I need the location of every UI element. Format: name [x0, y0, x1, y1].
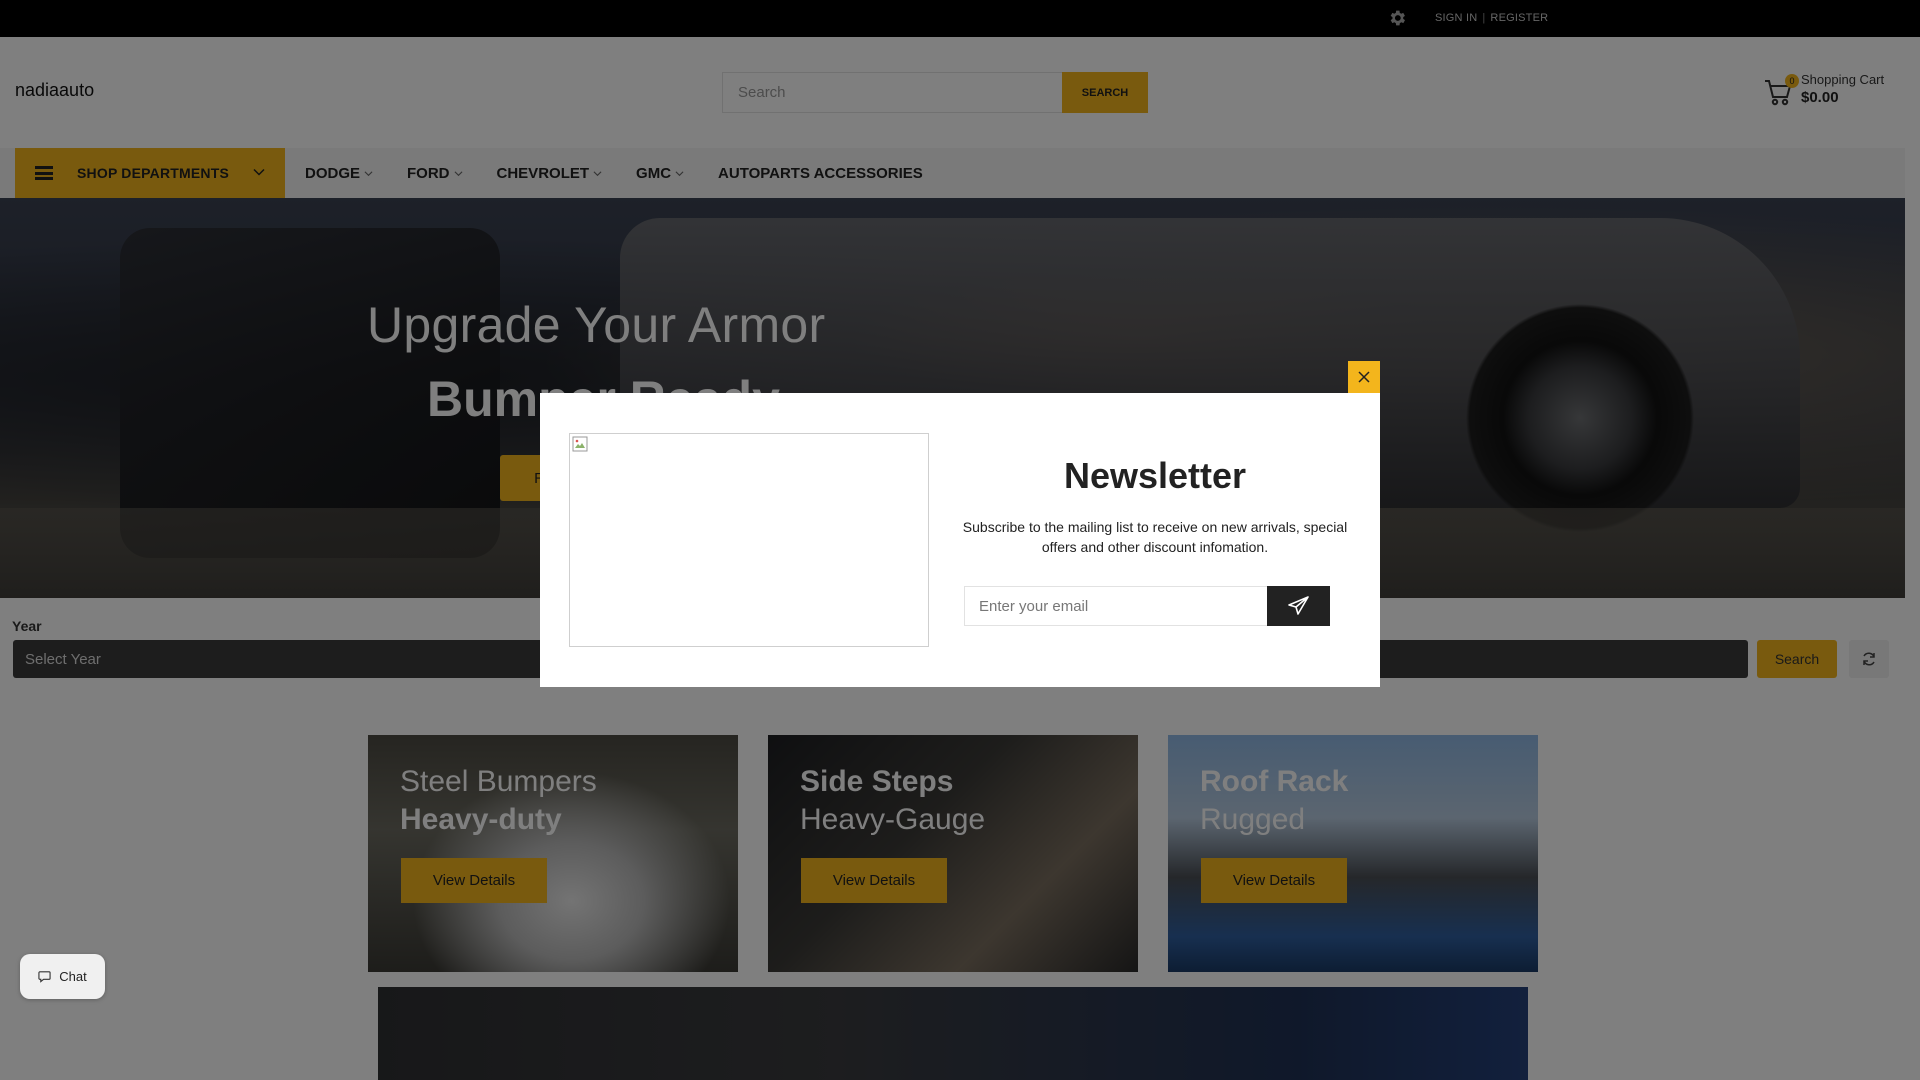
- newsletter-title: Newsletter: [1063, 455, 1247, 496]
- paper-plane-icon: [1287, 596, 1309, 615]
- chat-label: Chat: [59, 969, 87, 984]
- newsletter-email-input[interactable]: [964, 586, 1267, 626]
- newsletter-image: [569, 433, 929, 647]
- chat-button[interactable]: Chat: [20, 954, 105, 999]
- newsletter-modal: Newsletter Subscribe to the mailing list…: [540, 393, 1380, 687]
- broken-image-icon: [572, 436, 588, 452]
- newsletter-form: [964, 586, 1330, 626]
- close-icon: [1358, 371, 1370, 383]
- newsletter-submit-button[interactable]: [1267, 586, 1330, 626]
- modal-close-button[interactable]: [1348, 361, 1380, 393]
- newsletter-description: Subscribe to the mailing list to receive…: [962, 519, 1348, 555]
- chat-bubble-icon: [38, 971, 51, 983]
